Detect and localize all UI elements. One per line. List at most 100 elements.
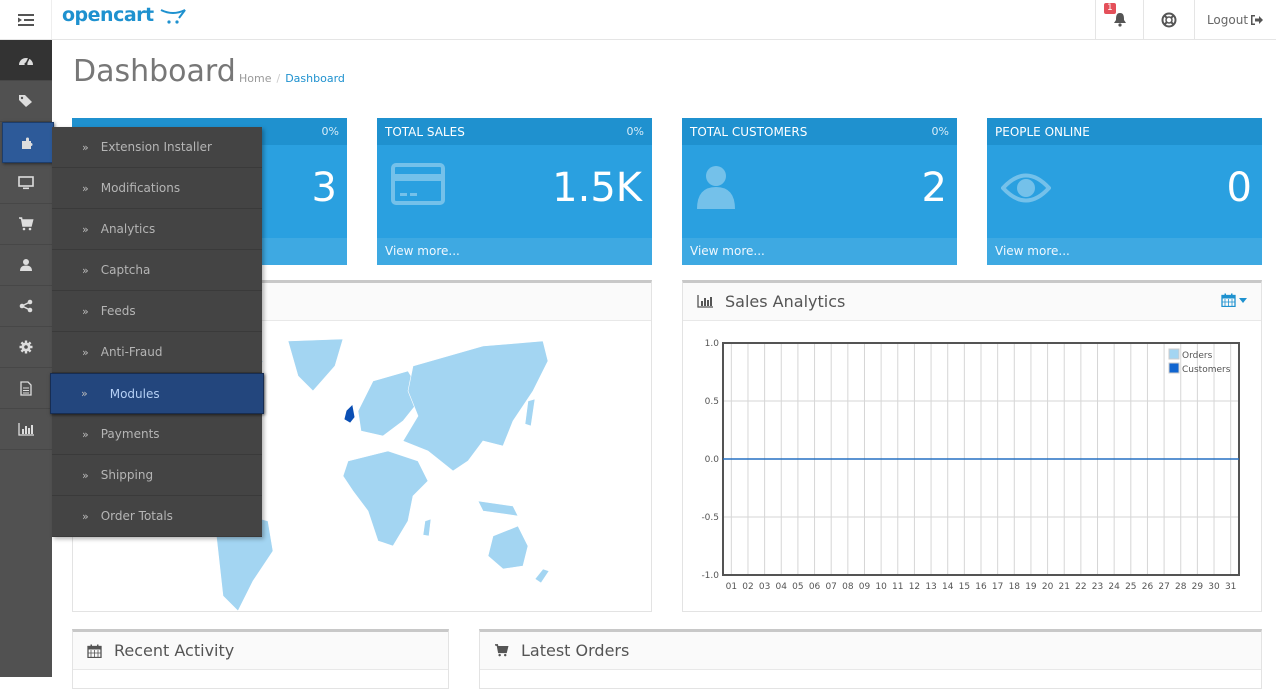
sidebar-item-sales[interactable] (0, 204, 52, 245)
breadcrumb-current-link[interactable]: Dashboard (285, 72, 345, 85)
top-header: opencart 1 Logout (0, 0, 1276, 40)
menu-toggle-button[interactable] (0, 0, 52, 39)
sidebar-item-dashboard[interactable] (0, 40, 52, 81)
x-tick-label: 03 (759, 582, 770, 592)
tile-title: TOTAL CUSTOMERS (690, 124, 808, 139)
sidebar-item-marketing[interactable] (0, 286, 52, 327)
sidebar-item-design[interactable] (0, 163, 52, 204)
flyout-item-modifications[interactable]: » Modifications (52, 168, 262, 209)
breadcrumb-home-link[interactable]: Home (239, 72, 271, 85)
flyout-item-label: Captcha (100, 263, 151, 277)
x-tick-label: 08 (842, 582, 854, 592)
tile-value: 2 (921, 165, 947, 211)
x-tick-label: 28 (1175, 582, 1187, 592)
sidebar-item-statistics[interactable] (0, 409, 52, 450)
dashboard-icon (19, 57, 33, 66)
flyout-item-captcha[interactable]: » Captcha (52, 250, 262, 291)
map-japan (524, 398, 536, 427)
flyout-item-modules[interactable]: » Modules (50, 373, 264, 414)
report-icon (20, 380, 32, 396)
bar-chart-icon (697, 295, 713, 308)
sidebar-item-extensions[interactable] (2, 122, 54, 163)
life-ring-icon (1161, 12, 1177, 27)
double-chevron-right-icon: » (82, 181, 89, 195)
flyout-item-label: Extension Installer (100, 140, 212, 154)
share-icon (19, 299, 33, 313)
double-chevron-right-icon: » (82, 263, 89, 277)
sidebar-item-reports[interactable] (0, 368, 52, 409)
page-title: Dashboard (73, 54, 236, 89)
date-range-dropdown[interactable] (1221, 293, 1247, 307)
flyout-item-label: Modifications (100, 181, 181, 195)
tags-icon (19, 95, 32, 107)
flyout-item-feeds[interactable]: » Feeds (52, 291, 262, 332)
recent-activity-panel: Recent Activity (72, 629, 449, 689)
bar-chart-icon (18, 422, 34, 436)
cart-icon (19, 217, 34, 231)
x-tick-label: 30 (1208, 582, 1220, 592)
y-tick-label: -1.0 (701, 571, 719, 581)
x-tick-label: 16 (975, 582, 987, 592)
calendar-icon (1221, 293, 1236, 307)
tile-percent: 0% (626, 125, 644, 138)
sidebar (0, 40, 54, 677)
double-chevron-right-icon: » (82, 468, 89, 482)
flyout-item-label: Shipping (100, 468, 154, 482)
sales-chart-svg: 01 02 03 04 05 06 07 08 09 10 11 12 13 14 15 16 17 18 19 20… (701, 339, 1240, 592)
desktop-icon (18, 176, 34, 190)
puzzle-icon (22, 137, 33, 149)
x-tick-label: 24 (1108, 582, 1120, 592)
x-tick-label: 02 (742, 582, 753, 592)
map-madagascar (422, 518, 432, 537)
map-indonesia (477, 500, 519, 517)
double-chevron-right-icon: » (82, 345, 89, 359)
flyout-item-label: Anti-Fraud (100, 345, 163, 359)
sales-chart: 01 02 03 04 05 06 07 08 09 10 11 12 13 14 15 16 17 18 19 20… (683, 321, 1261, 610)
extensions-flyout-menu: » Extension Installer » Modifications » Analy… (50, 127, 264, 537)
sidebar-item-catalog[interactable] (0, 81, 52, 122)
help-button[interactable] (1143, 0, 1194, 39)
x-tick-label: 26 (1142, 582, 1154, 592)
bell-icon (1113, 13, 1126, 27)
tile-view-more-link[interactable]: View more... (682, 238, 957, 265)
sidebar-item-system[interactable] (0, 327, 52, 368)
double-chevron-right-icon: » (82, 140, 89, 154)
menu-toggle-icon (17, 13, 34, 26)
map-australia (487, 525, 529, 570)
legend-label-orders: Orders (1182, 351, 1213, 361)
credit-card-icon (391, 163, 445, 205)
flyout-item-extension-installer[interactable]: » Extension Installer (52, 127, 262, 168)
tile-view-more-link[interactable]: View more... (377, 238, 652, 265)
double-chevron-right-icon: » (82, 222, 89, 236)
x-tick-label: 01 (726, 582, 737, 592)
user-icon (697, 166, 735, 209)
x-tick-label: 19 (1025, 582, 1037, 592)
opencart-logo[interactable]: opencart (62, 4, 186, 26)
tile-title: PEOPLE ONLINE (995, 124, 1090, 139)
tile-view-more-link[interactable]: View more... (987, 238, 1262, 265)
map-region-uk (344, 404, 355, 423)
notifications-button[interactable]: 1 (1095, 0, 1143, 39)
sidebar-item-customers[interactable] (0, 245, 52, 286)
x-tick-label: 10 (875, 582, 887, 592)
y-tick-label: 1.0 (705, 339, 720, 349)
flyout-item-order-totals[interactable]: » Order Totals (52, 496, 262, 537)
panel-title: Sales Analytics (725, 292, 846, 311)
x-tick-label: 11 (892, 582, 903, 592)
flyout-item-label: Payments (100, 427, 160, 441)
tile-percent: 0% (321, 125, 339, 138)
legend-swatch-orders (1168, 348, 1180, 360)
double-chevron-right-icon: » (82, 427, 89, 441)
flyout-item-analytics[interactable]: » Analytics (52, 209, 262, 250)
flyout-item-anti-fraud[interactable]: » Anti-Fraud (52, 332, 262, 373)
cog-icon (19, 340, 33, 354)
x-tick-label: 13 (925, 582, 936, 592)
tile-value: 0 (1226, 165, 1252, 211)
x-tick-label: 12 (909, 582, 920, 592)
tile-total-sales: TOTAL SALES 0% 1.5K View more... (377, 118, 652, 265)
flyout-item-shipping[interactable]: » Shipping (52, 455, 262, 496)
logout-button[interactable]: Logout (1194, 0, 1276, 39)
x-tick-label: 09 (859, 582, 871, 592)
x-tick-label: 18 (1009, 582, 1021, 592)
flyout-item-payments[interactable]: » Payments (52, 414, 262, 455)
